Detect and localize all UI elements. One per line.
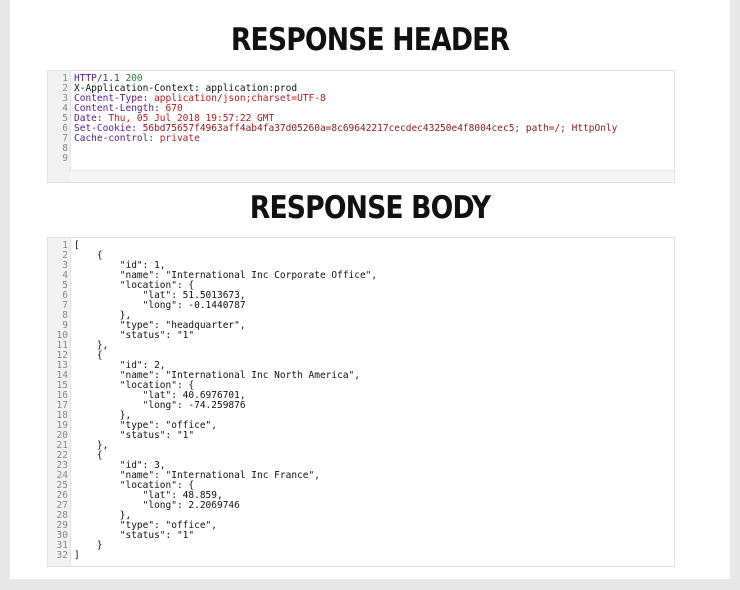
code-line: 9 [48,154,617,164]
response-header-title: RESPONSE HEADER [230,22,510,58]
response-body-title: RESPONSE BODY [249,190,491,226]
line-code: Cache-control: private [72,134,200,144]
line-number: 4 [62,103,68,114]
line-number: 8 [62,310,68,321]
code-line: 32] [48,551,377,561]
body-code-lines: 1[2 {3 "id": 1, 4 "name": "International … [48,240,378,561]
line-number: 6 [62,290,68,301]
code-token: private [159,133,200,144]
line-number: 3 [62,93,68,104]
line-number: 2 [62,83,68,94]
line-number: 4 [62,270,68,281]
line-number: 3 [62,260,68,271]
line-code: ] [74,550,80,561]
line-number: 6 [62,123,68,134]
line-number: 5 [62,280,68,291]
code-line: 7 Cache-control: private [48,134,617,144]
line-number: 2 [62,250,68,261]
response-header-editor[interactable]: 1 HTTP/1.1 200 2 X-Application-Context: app… [47,70,675,183]
line-number: 32 [56,550,68,561]
code-line: 31 } [48,541,377,551]
code-token: Cache-control: [74,133,160,144]
code-token: 56bd75657f4963aff4ab4fa37d05260a=8c69642… [142,123,618,134]
page: RESPONSE HEADER 1 HTTP/1.1 200 2 X-Applicat… [10,0,730,579]
line-number: 5 [62,113,68,124]
line-number: 7 [62,300,68,311]
code-line: 8 [48,144,617,154]
line-number: 1 [62,73,68,84]
horizontal-scrollbar[interactable] [70,170,674,182]
line-number: 9 [62,153,68,164]
line-number: 8 [62,143,68,154]
response-body-editor[interactable]: 1[2 {3 "id": 1, 4 "name": "International … [47,237,675,567]
header-code-lines: 1 HTTP/1.1 200 2 X-Application-Context: app… [48,74,617,164]
line-number: 1 [62,240,68,251]
line-number: 7 [62,133,68,144]
